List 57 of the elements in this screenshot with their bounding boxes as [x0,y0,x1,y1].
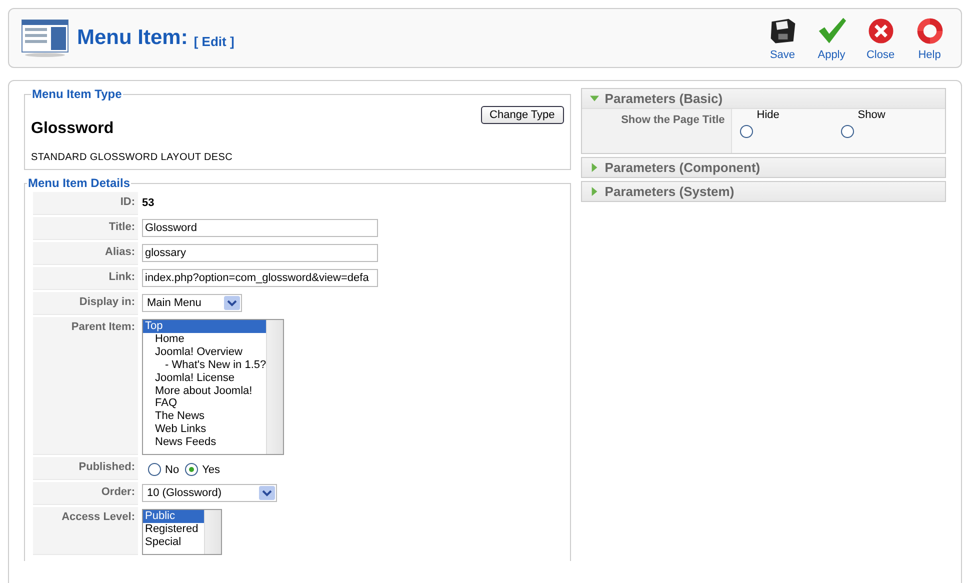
menu-window-icon [21,18,69,58]
list-option[interactable]: Home [143,332,266,346]
radio-label: Yes [202,464,220,476]
scrollbar[interactable] [266,320,283,454]
expanded-triangle-icon [590,94,599,103]
dropdown[interactable]: 10 (Glossword) [142,484,277,502]
page-title: Menu Item: [77,26,188,50]
list-option[interactable]: Web Links [143,423,266,436]
help-button[interactable]: Help [908,16,951,60]
field-label: Display in: [33,292,138,315]
radio-label: Show [858,109,886,123]
field-label: Order: [33,482,138,505]
field-label: Access Level: [33,507,138,555]
collapsed-triangle-icon [590,187,599,196]
apply-button[interactable]: Apply [810,16,853,60]
field-label: Title: [33,217,138,240]
field-label: Alias: [33,242,138,265]
group-legend: Menu Item Details [27,176,132,190]
radio-button[interactable] [840,124,854,138]
list-option[interactable]: FAQ [143,397,266,410]
save-button[interactable]: Save [761,16,804,60]
list-option[interactable]: Joomla! License [143,372,266,385]
radio-button[interactable] [185,463,198,476]
type-description: STANDARD GLOSSWORD LAYOUT DESC [31,152,234,163]
lifebuoy-icon [916,16,944,46]
list-option[interactable]: - What's New in 1.5? [143,358,266,372]
type-name: Glossword [31,120,114,138]
parent-item-listbox[interactable]: Top Home Joomla! Overview - What's New in 1.5? Joomla! License More about Joomla! FAQ The News Web Links News Feeds [142,319,284,455]
access-level-listbox[interactable]: Public Registered Special [142,509,222,555]
list-option[interactable]: More about Joomla! [143,384,266,398]
field-label: Parent Item: [33,317,138,455]
change-type-button[interactable]: Change Type [480,106,564,124]
dropdown[interactable]: Main Menu [142,294,242,312]
field-label: Published: [33,457,138,480]
radio-button[interactable] [740,124,753,138]
list-option[interactable]: Joomla! Overview [143,346,266,359]
radio-label: Hide [756,109,780,123]
list-option[interactable]: Public [143,510,204,523]
field-label: ID: [33,192,138,215]
list-option[interactable]: Top [143,320,266,333]
scrollbar[interactable] [204,510,221,554]
radio-button[interactable] [148,463,161,476]
page-subtitle: [ Edit ] [194,34,234,48]
list-option[interactable]: News Feeds [143,436,266,450]
radio-label: No [165,464,180,476]
group-legend: Menu Item Type [31,87,123,101]
collapsed-triangle-icon [590,163,599,172]
input-field[interactable]: index.php?option=com_glossword&view=defa [142,269,378,287]
close-button[interactable]: Close [859,16,902,60]
parameter-label: Show the Page Title [582,109,732,153]
input-field[interactable]: Glossword [142,219,378,237]
list-option[interactable]: The News [143,410,266,424]
list-option[interactable]: Special [143,536,204,549]
field-label: Link: [33,267,138,290]
input-field[interactable]: glossary [142,244,378,262]
list-option[interactable]: Registered [143,523,204,536]
id-value: 53 [142,197,154,209]
